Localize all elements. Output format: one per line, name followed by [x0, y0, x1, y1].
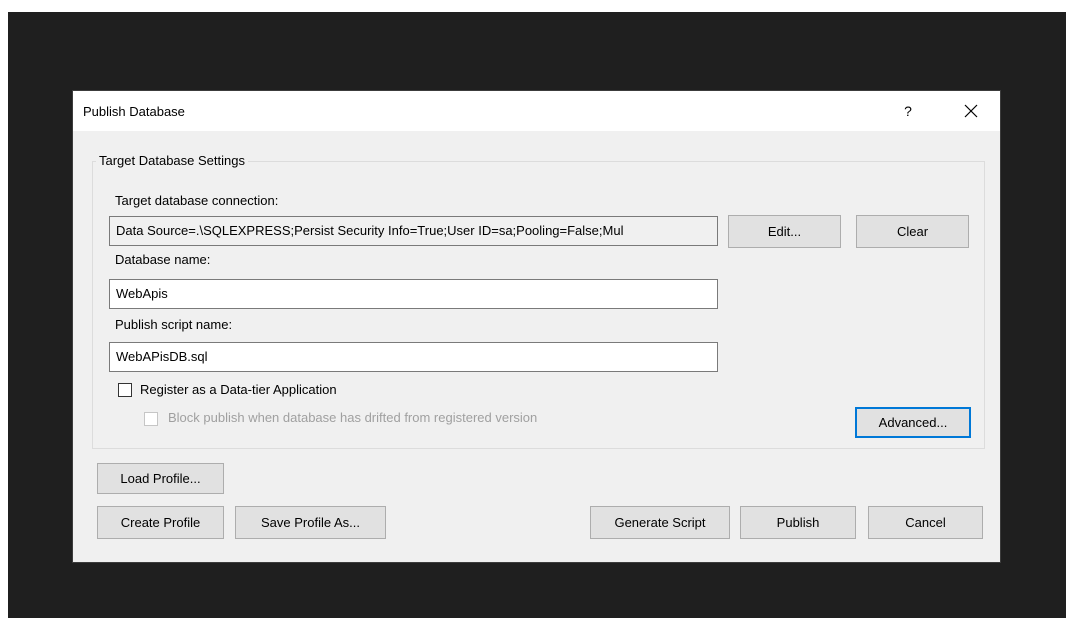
- advanced-button[interactable]: Advanced...: [855, 407, 971, 438]
- save-profile-as-button[interactable]: Save Profile As...: [235, 506, 386, 539]
- publish-button[interactable]: Publish: [740, 506, 856, 539]
- block-publish-checkbox[interactable]: [144, 412, 158, 426]
- register-data-tier-label: Register as a Data-tier Application: [140, 382, 337, 397]
- dialog-title: Publish Database: [83, 104, 185, 119]
- title-bar: Publish Database ?: [73, 91, 1000, 131]
- clear-button[interactable]: Clear: [856, 215, 969, 248]
- connection-field[interactable]: Data Source=.\SQLEXPRESS;Persist Securit…: [109, 216, 718, 246]
- cancel-button[interactable]: Cancel: [868, 506, 983, 539]
- block-publish-label: Block publish when database has drifted …: [168, 410, 538, 425]
- database-name-field[interactable]: WebApis: [109, 279, 718, 309]
- database-name-label: Database name:: [115, 252, 211, 267]
- generate-script-button[interactable]: Generate Script: [590, 506, 730, 539]
- publish-script-name-label: Publish script name:: [115, 317, 233, 332]
- close-icon: [964, 104, 978, 118]
- create-profile-button[interactable]: Create Profile: [97, 506, 224, 539]
- close-button[interactable]: [951, 97, 991, 125]
- load-profile-button[interactable]: Load Profile...: [97, 463, 224, 494]
- publish-script-name-field[interactable]: WebAPisDB.sql: [109, 342, 718, 372]
- register-data-tier-checkbox[interactable]: [118, 383, 132, 397]
- edit-button[interactable]: Edit...: [728, 215, 841, 248]
- connection-label: Target database connection:: [115, 193, 279, 208]
- help-button[interactable]: ?: [895, 99, 921, 123]
- group-legend: Target Database Settings: [96, 153, 248, 168]
- publish-database-dialog: Publish Database ? Target Database Setti…: [72, 90, 1001, 563]
